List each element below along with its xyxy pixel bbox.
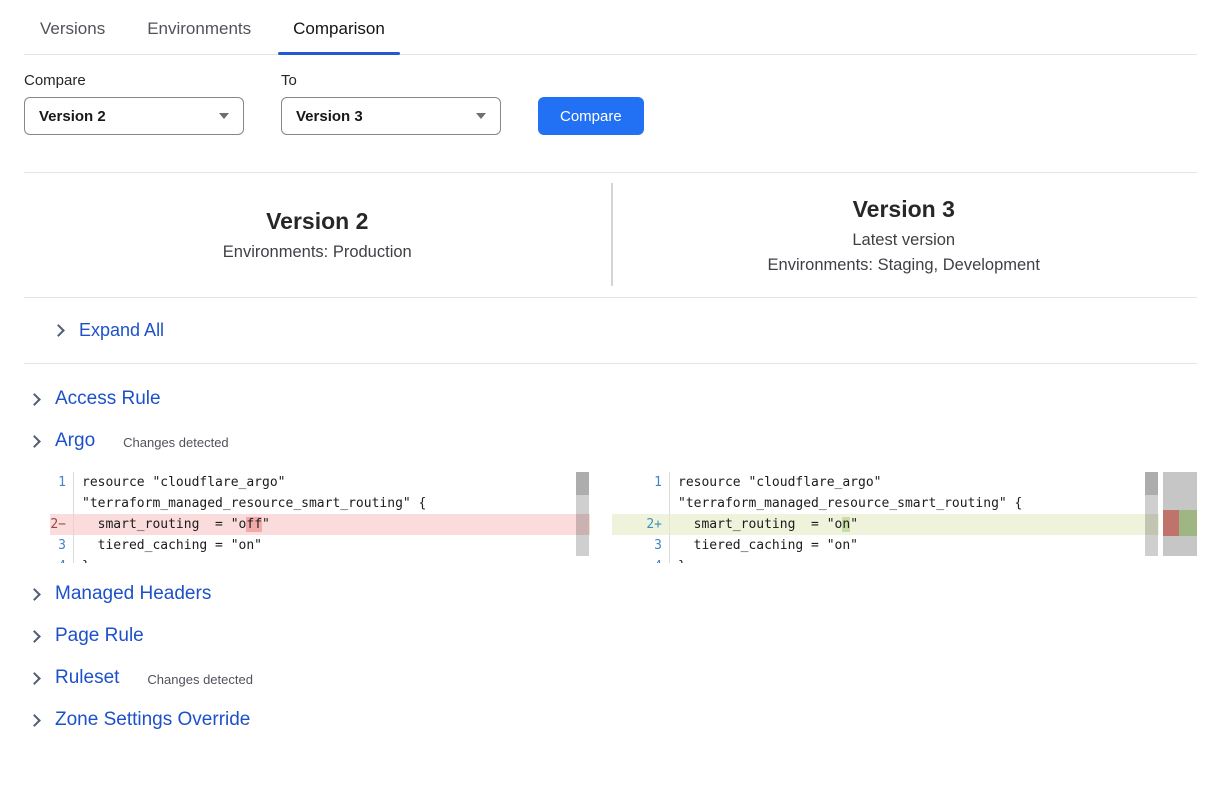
tab-environments[interactable]: Environments [132, 16, 266, 54]
left-version-environments: Environments: Production [24, 243, 611, 262]
tab-comparison[interactable]: Comparison [278, 16, 400, 54]
change-marker [1163, 510, 1197, 536]
line-code: resource "cloudflare_argo" [670, 472, 1159, 493]
version-panels: Version 2 Environments: Production Versi… [24, 173, 1197, 298]
section-title: Page Rule [55, 625, 144, 647]
right-version-title: Version 3 [611, 196, 1198, 223]
chevron-right-icon [28, 588, 41, 601]
chevron-right-icon [28, 393, 41, 406]
insertion-marker [1179, 510, 1197, 536]
right-version-panel: Version 3 Latest version Environments: S… [611, 196, 1198, 275]
scrollbar-thumb[interactable] [1145, 472, 1158, 495]
section-managed-headers[interactable]: Managed Headers [0, 573, 1224, 615]
panel-divider [611, 183, 613, 286]
compare-version-select[interactable]: Version 2 [24, 97, 244, 135]
right-version-subtitle: Latest version [611, 231, 1198, 250]
diff-line: 3 tiered_caching = "on" [50, 535, 590, 556]
section-title: Managed Headers [55, 583, 211, 605]
compare-version-value: Version 2 [39, 108, 106, 125]
to-field: To Version 3 [281, 72, 501, 135]
diff-line: 3 tiered_caching = "on" [612, 535, 1159, 556]
chevron-right-icon [52, 324, 65, 337]
line-code: "terraform_managed_resource_smart_routin… [74, 493, 590, 514]
line-code: tiered_caching = "on" [670, 535, 1159, 556]
chevron-right-icon [28, 435, 41, 448]
deleted-chars: ff [246, 517, 262, 532]
line-number: 1 [612, 472, 670, 493]
chevron-right-icon [28, 714, 41, 727]
diff-line-deleted: 2− smart_routing = "off" [50, 514, 590, 535]
diff-overview-ruler[interactable] [1163, 472, 1197, 556]
section-page-rule[interactable]: Page Rule [0, 615, 1224, 657]
line-number: 2+ [612, 514, 670, 535]
chevron-down-icon [476, 113, 486, 119]
section-title: Ruleset [55, 667, 119, 689]
diff-line: "terraform_managed_resource_smart_routin… [612, 493, 1159, 514]
diff-line: 4 } [50, 556, 590, 563]
line-number: 4 [50, 556, 74, 563]
line-code: tiered_caching = "on" [74, 535, 590, 556]
line-code: } [670, 556, 1159, 563]
section-title: Argo [55, 430, 95, 452]
scrollbar[interactable] [1145, 472, 1158, 556]
scrollbar-thumb[interactable] [576, 472, 589, 495]
section-title: Zone Settings Override [55, 709, 250, 731]
changes-badge: Changes detected [123, 432, 229, 450]
line-number: 4 [612, 556, 670, 563]
chevron-down-icon [219, 113, 229, 119]
diff-line: 1 resource "cloudflare_argo" [612, 472, 1159, 493]
expand-all-label: Expand All [79, 320, 164, 341]
line-code: resource "cloudflare_argo" [74, 472, 590, 493]
deletion-marker [1163, 510, 1179, 536]
left-version-title: Version 2 [24, 208, 611, 235]
tab-versions[interactable]: Versions [25, 16, 120, 54]
line-code: "terraform_managed_resource_smart_routin… [670, 493, 1159, 514]
line-number: 2− [50, 514, 74, 535]
line-number [612, 493, 670, 514]
expand-all[interactable]: Expand All [24, 298, 1197, 364]
diff-line: 1 resource "cloudflare_argo" [50, 472, 590, 493]
to-version-select[interactable]: Version 3 [281, 97, 501, 135]
scrollbar[interactable] [576, 472, 589, 556]
diff-pane-left[interactable]: 1 resource "cloudflare_argo" "terraform_… [50, 472, 590, 563]
section-argo[interactable]: Argo Changes detected [0, 420, 1224, 462]
compare-field-label: Compare [24, 72, 244, 89]
argo-diff: 1 resource "cloudflare_argo" "terraform_… [50, 472, 1224, 563]
line-code: smart_routing = "on" [670, 514, 1159, 535]
to-version-value: Version 3 [296, 108, 363, 125]
chevron-right-icon [28, 672, 41, 685]
diff-pane-right[interactable]: 1 resource "cloudflare_argo" "terraform_… [612, 472, 1197, 563]
line-code: } [74, 556, 590, 563]
section-access-rule[interactable]: Access Rule [0, 378, 1224, 420]
section-title: Access Rule [55, 388, 161, 410]
diff-line-inserted: 2+ smart_routing = "on" [612, 514, 1159, 535]
diff-line: "terraform_managed_resource_smart_routin… [50, 493, 590, 514]
compare-button[interactable]: Compare [538, 97, 644, 135]
section-ruleset[interactable]: Ruleset Changes detected [0, 657, 1224, 699]
line-number: 1 [50, 472, 74, 493]
compare-field: Compare Version 2 [24, 72, 244, 135]
line-number: 3 [612, 535, 670, 556]
to-field-label: To [281, 72, 501, 89]
right-version-environments: Environments: Staging, Development [611, 256, 1198, 275]
line-number [50, 493, 74, 514]
section-zone-settings-override[interactable]: Zone Settings Override [0, 699, 1224, 741]
diff-line: 4 } [612, 556, 1159, 563]
chevron-right-icon [28, 630, 41, 643]
compare-form: Compare Version 2 To Version 3 Compare [0, 55, 1224, 135]
line-number: 3 [50, 535, 74, 556]
section-list: Access Rule Argo Changes detected 1 reso… [0, 364, 1224, 741]
line-code: smart_routing = "off" [74, 514, 590, 535]
changes-badge: Changes detected [147, 669, 253, 687]
left-version-panel: Version 2 Environments: Production [24, 208, 611, 262]
tab-bar: Versions Environments Comparison [24, 0, 1197, 55]
